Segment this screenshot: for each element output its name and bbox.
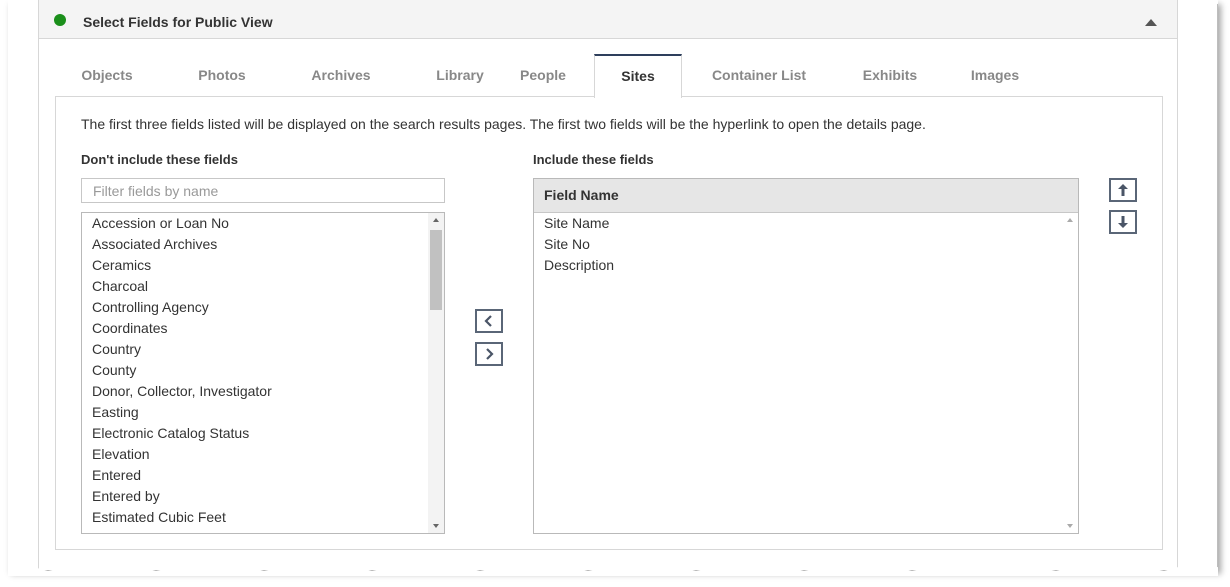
list-item[interactable]: Elevation <box>92 444 150 465</box>
screenshot-frame: Select Fields for Public View Objects Ph… <box>8 0 1218 576</box>
scroll-up-arrow-icon[interactable] <box>1067 218 1073 222</box>
table-row[interactable]: Description <box>544 255 614 276</box>
list-item[interactable]: Accession or Loan No <box>92 213 229 234</box>
list-item[interactable]: County <box>92 360 136 381</box>
list-item[interactable]: Easting <box>92 402 139 423</box>
list-item[interactable]: Associated Archives <box>92 234 217 255</box>
arrow-down-icon <box>1118 216 1128 228</box>
list-item[interactable]: Charcoal <box>92 276 148 297</box>
excluded-fields-label: Don't include these fields <box>81 152 238 167</box>
filter-fields-input[interactable] <box>81 178 445 203</box>
table-row[interactable]: Site No <box>544 234 590 255</box>
tab-container-list[interactable]: Container List <box>695 54 823 97</box>
list-item[interactable]: Controlling Agency <box>92 297 209 318</box>
list-item[interactable]: Coordinates <box>92 318 168 339</box>
scroll-up-arrow-icon[interactable] <box>433 218 439 222</box>
chevron-left-icon <box>484 315 492 327</box>
tab-sites[interactable]: Sites <box>594 54 682 98</box>
column-header-field-name[interactable]: Field Name <box>534 179 1078 213</box>
excluded-list-scrollbar[interactable] <box>428 213 444 533</box>
list-item[interactable]: Electronic Catalog Status <box>92 423 249 444</box>
tab-bar: Objects Photos Archives Library People S… <box>55 54 1163 98</box>
list-item[interactable]: Country <box>92 339 141 360</box>
list-item[interactable]: Ceramics <box>92 255 151 276</box>
list-item[interactable]: Estimated Cubic Feet <box>92 507 226 528</box>
included-fields-table[interactable]: Field Name Site Name Site No Description <box>533 178 1079 534</box>
tab-photos[interactable]: Photos <box>167 54 277 97</box>
list-item[interactable]: Entered <box>92 465 141 486</box>
torn-edge-bottom <box>8 565 1218 576</box>
public-view-panel: Select Fields for Public View Objects Ph… <box>38 0 1178 570</box>
list-item[interactable]: Donor, Collector, Investigator <box>92 381 272 402</box>
scroll-thumb[interactable] <box>430 230 442 310</box>
tab-objects[interactable]: Objects <box>55 54 159 97</box>
move-to-excluded-button[interactable] <box>475 309 503 333</box>
included-table-scrollbar[interactable] <box>1062 213 1078 533</box>
info-text: The first three fields listed will be di… <box>81 116 926 132</box>
panel-header[interactable]: Select Fields for Public View <box>39 0 1177 39</box>
move-down-button[interactable] <box>1109 210 1137 234</box>
move-to-included-button[interactable] <box>475 342 503 366</box>
table-row[interactable]: Site Name <box>544 213 609 234</box>
list-item[interactable]: Entered by <box>92 486 160 507</box>
excluded-fields-list[interactable]: Accession or Loan No Associated Archives… <box>81 212 445 534</box>
panel-title: Select Fields for Public View <box>83 14 273 30</box>
tab-images[interactable]: Images <box>945 54 1045 97</box>
scroll-down-arrow-icon[interactable] <box>433 524 439 528</box>
chevron-right-icon <box>486 348 494 360</box>
move-up-button[interactable] <box>1109 178 1137 202</box>
tab-content: The first three fields listed will be di… <box>55 96 1163 550</box>
tab-exhibits[interactable]: Exhibits <box>835 54 945 97</box>
included-fields-label: Include these fields <box>533 152 654 167</box>
tab-archives[interactable]: Archives <box>277 54 405 97</box>
collapse-up-icon[interactable] <box>1145 19 1157 26</box>
status-dot-icon <box>54 14 66 26</box>
scroll-down-arrow-icon[interactable] <box>1067 524 1073 528</box>
tab-people[interactable]: People <box>483 54 603 97</box>
arrow-up-icon <box>1118 184 1128 196</box>
